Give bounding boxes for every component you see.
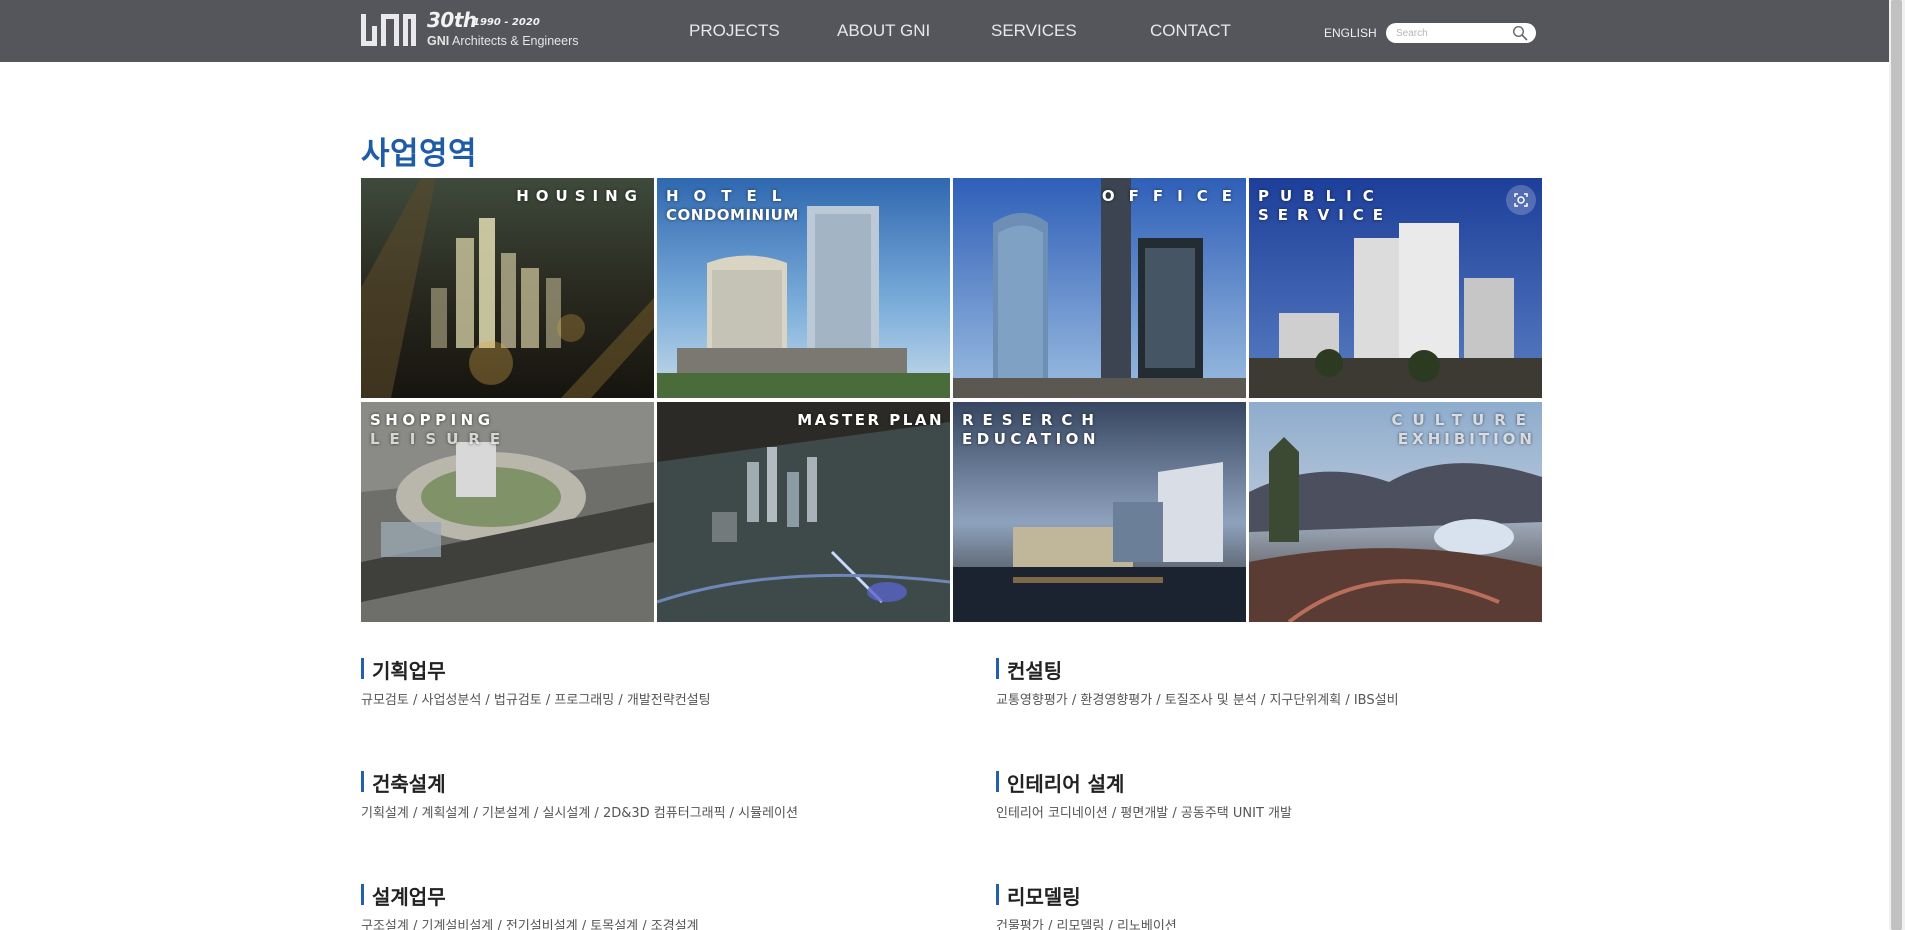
service-architectural-design: 건축설계 기획설계 / 계획설계 / 기본설계 / 실시설계 / 2D&3D 컴… — [361, 768, 881, 821]
tile-label-line1: SHOPPING — [370, 411, 495, 429]
tile-label: RESERCH EDUCATION — [962, 411, 1103, 449]
service-desc: 건물평가 / 리모델링 / 리노베이션 — [996, 919, 1177, 930]
gni-logo-mark — [361, 14, 416, 46]
service-desc: 인테리어 코디네이션 / 평면개발 / 공동주택 UNIT 개발 — [996, 806, 1292, 821]
tile-label-line2: CONDOMINIUM — [666, 206, 799, 224]
service-desc: 기획설계 / 계획설계 / 기본설계 / 실시설계 / 2D&3D 컴퓨터그래픽… — [361, 806, 798, 821]
service-heading: 인테리어 설계 — [996, 768, 1516, 796]
tile-hotel-condominium[interactable]: HOTEL CONDOMINIUM — [657, 178, 950, 398]
page-title: 사업영역 — [361, 136, 478, 172]
tile-label: MASTER PLAN — [797, 411, 944, 430]
service-remodeling: 리모델링 건물평가 / 리모델링 / 리노베이션 — [996, 881, 1516, 930]
nav-services[interactable]: SERVICES — [991, 21, 1077, 41]
accent-bar — [361, 771, 364, 792]
service-heading: 기획업무 — [361, 655, 881, 683]
service-heading: 건축설계 — [361, 768, 881, 796]
tile-label: PUBLIC SERVICE — [1258, 187, 1392, 225]
logo-anniversary: 30th — [427, 8, 477, 32]
service-planning: 기획업무 규모검토 / 사업성분석 / 법규검토 / 프로그래밍 / 개발전략컨… — [361, 655, 881, 708]
site-logo[interactable]: 30th 1990 - 2020 GNI Architects & Engine… — [361, 8, 581, 52]
search-icon[interactable] — [1512, 25, 1528, 41]
tile-label-line1: HOTEL — [666, 187, 797, 205]
scrollbar-thumb[interactable] — [1891, 0, 1902, 930]
service-heading: 설계업무 — [361, 881, 881, 909]
nav-about-gni[interactable]: ABOUT GNI — [837, 21, 930, 41]
accent-bar — [361, 658, 364, 679]
service-heading: 리모델링 — [996, 881, 1516, 909]
logo-company: GNI Architects & Engineers — [427, 34, 578, 48]
tile-label-line1: CULTURE — [1391, 411, 1536, 429]
tile-label: HOTEL CONDOMINIUM — [666, 187, 799, 225]
logo-company-rest: Architects & Engineers — [452, 34, 579, 48]
tile-culture-exhibition[interactable]: CULTURE EXHIBITION — [1249, 402, 1542, 622]
service-desc: 규모검토 / 사업성분석 / 법규검토 / 프로그래밍 / 개발전략컨설팅 — [361, 693, 711, 708]
page: 30th 1990 - 2020 GNI Architects & Engine… — [0, 0, 1905, 930]
logo-years: 1990 - 2020 — [473, 17, 540, 28]
accent-bar — [996, 658, 999, 679]
office-image — [953, 178, 1246, 398]
tile-master-plan[interactable]: MASTER PLAN — [657, 402, 950, 622]
nav-projects[interactable]: PROJECTS — [689, 21, 780, 41]
language-switch[interactable]: ENGLISH — [1324, 26, 1377, 40]
service-heading: 컨설팅 — [996, 655, 1516, 683]
master-plan-image — [657, 402, 950, 622]
service-desc: 구조설계 / 기계설비설계 / 전기설비설계 / 토목설계 / 조경설계 — [361, 919, 699, 930]
tile-label-line2: LEISURE — [370, 430, 511, 448]
tile-housing[interactable]: HOUSING — [361, 178, 654, 398]
accent-bar — [361, 884, 364, 905]
service-design-work: 설계업무 구조설계 / 기계설비설계 / 전기설비설계 / 토목설계 / 조경설… — [361, 881, 881, 930]
service-title: 컨설팅 — [1007, 659, 1063, 683]
service-title: 기획업무 — [372, 659, 446, 683]
tile-label-line1: RESERCH — [962, 411, 1103, 429]
search-input[interactable] — [1396, 25, 1508, 41]
accent-bar — [996, 771, 999, 792]
business-area-grid: HOUSING HOTEL CONDOMINIUM OFFICE PUBLIC … — [361, 178, 1542, 622]
tile-research-education[interactable]: RESERCH EDUCATION — [953, 402, 1246, 622]
nav-contact[interactable]: CONTACT — [1150, 21, 1231, 41]
service-title: 설계업무 — [372, 885, 446, 909]
tile-label-line1: PUBLIC — [1258, 187, 1385, 205]
service-title: 건축설계 — [372, 772, 446, 796]
accent-bar — [996, 884, 999, 905]
tile-label-line1: HOUSING — [516, 187, 644, 205]
service-consulting: 컨설팅 교통영향평가 / 환경영향평가 / 토질조사 및 분석 / 지구단위계획… — [996, 655, 1516, 708]
visual-search-icon[interactable] — [1506, 185, 1536, 215]
tile-label: HOUSING — [516, 187, 644, 206]
tile-public-service[interactable]: PUBLIC SERVICE — [1249, 178, 1542, 398]
logo-company-short: GNI — [427, 34, 450, 48]
tile-label-line1: OFFICE — [1101, 187, 1246, 205]
tile-label-line2: EXHIBITION — [1397, 430, 1536, 448]
service-title: 인테리어 설계 — [1007, 772, 1125, 796]
tile-label: CULTURE EXHIBITION — [1392, 411, 1536, 449]
top-header: 30th 1990 - 2020 GNI Architects & Engine… — [0, 0, 1905, 62]
tile-label-line2: EDUCATION — [962, 430, 1100, 448]
tile-shopping-leisure[interactable]: SHOPPING LEISURE — [361, 402, 654, 622]
tile-label: SHOPPING LEISURE — [370, 411, 510, 449]
search-box — [1386, 23, 1536, 43]
service-interior-design: 인테리어 설계 인테리어 코디네이션 / 평면개발 / 공동주택 UNIT 개발 — [996, 768, 1516, 821]
housing-image — [361, 178, 654, 398]
tile-label-line1: MASTER PLAN — [797, 411, 944, 429]
tile-office[interactable]: OFFICE — [953, 178, 1246, 398]
service-title: 리모델링 — [1007, 885, 1081, 909]
tile-label: OFFICE — [1102, 187, 1246, 206]
service-desc: 교통영향평가 / 환경영향평가 / 토질조사 및 분석 / 지구단위계획 / I… — [996, 693, 1399, 708]
tile-label-line2: SERVICE — [1258, 206, 1393, 224]
